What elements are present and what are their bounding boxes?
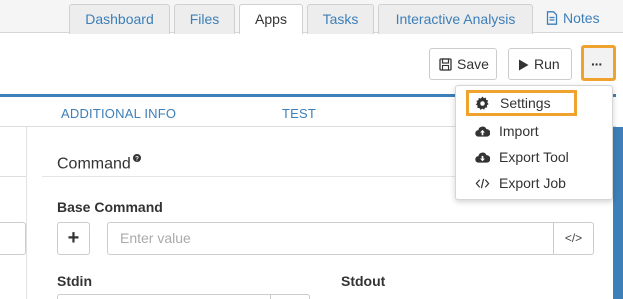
ellipsis-icon: ···	[591, 56, 603, 72]
subtab-test[interactable]: TEST	[282, 106, 316, 121]
menu-item-settings-label: Settings	[500, 95, 551, 111]
tab-apps[interactable]: Apps	[239, 4, 303, 34]
base-command-input[interactable]: Enter value	[107, 222, 554, 255]
expression-editor-button[interactable]: </>	[553, 222, 594, 255]
save-button[interactable]: Save	[429, 48, 497, 80]
menu-item-export-tool-label: Export Tool	[499, 149, 569, 165]
help-glyph: ?	[135, 155, 139, 162]
menu-item-export-tool[interactable]: Export Tool	[456, 145, 612, 169]
help-icon[interactable]: ?	[132, 154, 141, 164]
tab-files[interactable]: Files	[174, 4, 235, 34]
code-icon	[475, 178, 490, 189]
document-icon	[546, 11, 558, 25]
top-nav-bar: Dashboard Files Apps Tasks Interactive A…	[0, 0, 623, 34]
save-icon	[439, 58, 452, 71]
left-panel-divider	[0, 176, 26, 177]
tab-interactive-analysis[interactable]: Interactive Analysis	[378, 4, 533, 34]
gear-icon	[475, 96, 489, 110]
stdout-label: Stdout	[341, 273, 386, 289]
notes-label: Notes	[563, 10, 600, 26]
subtab-additional-info[interactable]: ADDITIONAL INFO	[61, 106, 176, 121]
run-button[interactable]: Run	[508, 48, 572, 80]
stdin-input[interactable]	[57, 294, 310, 299]
tab-dashboard[interactable]: Dashboard	[69, 4, 170, 34]
command-title-text: Command	[57, 155, 131, 173]
left-panel-border	[26, 127, 27, 299]
notes-link[interactable]: Notes	[546, 4, 600, 32]
run-button-label: Run	[534, 56, 560, 72]
save-button-label: Save	[457, 56, 489, 72]
menu-item-import[interactable]: Import	[456, 119, 612, 143]
stdin-label: Stdin	[57, 273, 92, 289]
side-panel-strip	[613, 127, 623, 299]
tab-tasks[interactable]: Tasks	[307, 4, 374, 34]
more-options-menu: Settings Import Export Tool Export Job	[455, 85, 613, 200]
cloud-upload-icon	[475, 126, 490, 137]
command-section-title: Command?	[57, 154, 141, 173]
menu-item-import-label: Import	[499, 123, 539, 139]
add-base-command-button[interactable]: +	[57, 222, 90, 255]
code-icon: </>	[564, 231, 583, 245]
menu-item-settings[interactable]: Settings	[466, 90, 577, 116]
cloud-download-icon	[475, 152, 490, 163]
menu-item-export-job-label: Export Job	[499, 175, 566, 191]
base-command-label: Base Command	[57, 199, 163, 215]
more-options-button[interactable]: ···	[581, 45, 616, 81]
menu-item-export-job[interactable]: Export Job	[456, 171, 612, 195]
stdin-input-separator	[270, 294, 271, 299]
play-icon	[519, 59, 529, 71]
left-panel-input[interactable]	[0, 222, 26, 255]
